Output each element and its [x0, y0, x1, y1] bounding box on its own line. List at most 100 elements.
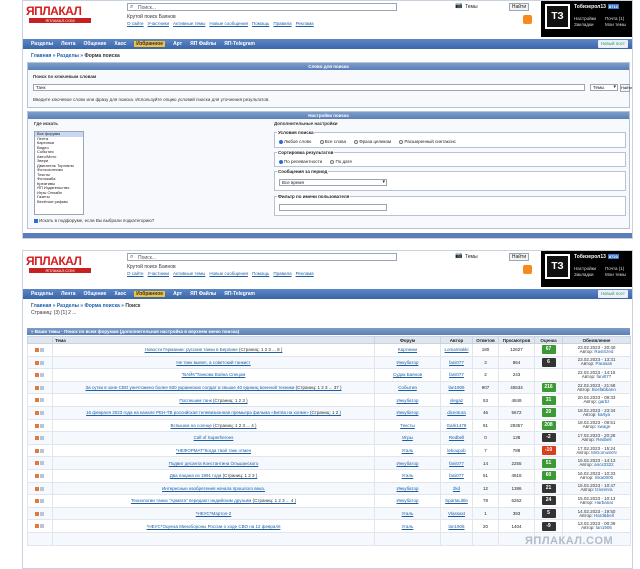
rss-icon[interactable]	[523, 15, 532, 24]
topic-forum[interactable]	[374, 531, 441, 546]
cond-all-radio[interactable]: Все слова	[319, 139, 346, 144]
topic-title[interactable]: Вспышка на солнце (Страниц: 1 2 3 ... 4 …	[52, 418, 375, 433]
search-scope-select[interactable]: Темы	[465, 253, 503, 261]
topic-forum[interactable]: Игры	[374, 431, 441, 445]
topic-forum[interactable]: Инкубатор	[374, 393, 441, 407]
crumb-sections[interactable]: Разделы	[57, 53, 79, 59]
topic-forum[interactable]: Инкубатор	[374, 355, 441, 370]
link-help[interactable]: Помощь	[252, 271, 269, 276]
topic-author[interactable]: lan1906	[440, 380, 473, 395]
nav-art[interactable]: Арт	[173, 41, 182, 47]
nav-feed[interactable]: Лента	[61, 41, 76, 47]
topic-updated[interactable]: 22.02.2023 - 21:58 Автор: Bosfabbann	[562, 380, 631, 395]
col-topic[interactable]: Тема	[52, 336, 375, 344]
mytopics-link[interactable]: Мои темы	[605, 22, 626, 28]
col-author[interactable]: Автор	[440, 336, 473, 344]
topic-author[interactable]: 2kd	[440, 481, 473, 496]
topic-author[interactable]	[440, 531, 473, 546]
keyword-input[interactable]: Танк	[33, 84, 585, 91]
forum-option[interactable]: Весёлые рифмы	[35, 199, 83, 205]
nav-files[interactable]: ЯП Файлы	[190, 291, 216, 297]
author-input[interactable]	[279, 204, 387, 211]
nav-favorites[interactable]: Избранное	[134, 291, 166, 297]
topic-author[interactable]: Vlassaxt	[440, 506, 473, 521]
topic-updated[interactable]: 22.02.2023 - 14:15 Автор: fani077	[562, 368, 631, 382]
topic-title[interactable]: 16 февраля 2023 года на канале РЕН-ТВ ро…	[52, 405, 375, 420]
topic-updated[interactable]: 17.02.2023 - 15:24 Автор: MiGomusKN	[562, 443, 631, 458]
nav-sections[interactable]: Разделы	[31, 291, 53, 297]
sort-date-radio[interactable]: По дате	[330, 159, 352, 164]
topic-updated[interactable]: 13.02.2023 - 00:39 Автор: lan1906	[562, 519, 631, 533]
topic-title[interactable]: *НЕУС*Мартол-2	[52, 506, 375, 521]
site-logo[interactable]: ЯПЛАКАЛ ЯПЛАКАЛ.COM	[26, 255, 96, 274]
period-select[interactable]: Все время	[279, 179, 387, 186]
link-members[interactable]: Участники	[148, 21, 170, 26]
link-rules[interactable]: Правила	[273, 21, 291, 26]
topic-updated[interactable]: 18.02.2023 - 09:51 Автор: swage	[562, 418, 631, 433]
new-post-button[interactable]: Новый пост	[597, 290, 628, 298]
topic-author[interactable]: Gark1478	[440, 418, 473, 433]
topic-author[interactable]: SpartaLittle	[440, 494, 473, 508]
link-rules[interactable]: Правила	[273, 271, 291, 276]
topic-forum[interactable]: Инкубатор	[374, 494, 441, 508]
nav-telegram[interactable]: ЯП-Telegram	[224, 41, 255, 47]
mytopics-link[interactable]: Мои темы	[605, 272, 626, 278]
topic-forum[interactable]: Угаль	[374, 443, 441, 458]
link-ads[interactable]: Реклама	[296, 271, 314, 276]
pagination[interactable]: Страниц: (3) [1] 2 ...	[23, 309, 632, 317]
avatar[interactable]: ТЗ	[545, 254, 570, 279]
topic-author[interactable]: lekoupob	[440, 443, 473, 458]
cond-advanced-radio[interactable]: Расширенный синтаксис	[399, 139, 456, 144]
crumb-search-form[interactable]: Форма поиска	[84, 303, 119, 309]
camera-icon[interactable]: 📷	[455, 3, 462, 10]
sort-relevance-radio[interactable]: По релевантности	[279, 159, 322, 164]
topic-author[interactable]: Redbell	[440, 431, 473, 445]
topic-title[interactable]: Подвиг десанта Константина Ольшанского	[52, 456, 375, 470]
topic-forum[interactable]: Инкубатор	[374, 405, 441, 420]
site-logo[interactable]: ЯПЛАКАЛ ЯПЛАКАЛ.COM	[26, 5, 96, 24]
col-rating[interactable]: Оценка	[534, 336, 563, 344]
topic-updated[interactable]: 16.02.2023 - 10:33 Автор: Inka0000	[562, 468, 631, 483]
topic-title[interactable]: *НЕФОРМАТ*Когда твой танк отмен	[52, 443, 375, 458]
topic-updated[interactable]: 23.02.2023 - 13:31 Автор: Parasan	[562, 355, 631, 370]
include-subforum-checkbox[interactable]	[34, 218, 38, 223]
topic-author[interactable]: fani077	[440, 355, 473, 370]
topic-title[interactable]: Технологии танка "Армата" передают индий…	[52, 494, 375, 508]
nav-chaos[interactable]: Хаос	[114, 41, 126, 47]
link-about[interactable]: О сайте	[127, 21, 144, 26]
topic-updated[interactable]: 15.02.2023 - 10:13 Автор: Harbanar	[562, 494, 631, 508]
topic-title[interactable]: Интересные изобретения начала прошлого в…	[52, 481, 375, 496]
find-button[interactable]: Найти	[509, 253, 529, 261]
topic-updated[interactable]: 23.02.2023 - 20:40 Автор: Rastrized	[562, 343, 631, 357]
topic-author[interactable]: fani077	[440, 468, 473, 483]
nav-chat[interactable]: Общение	[84, 291, 107, 297]
nav-chaos[interactable]: Хаос	[114, 291, 126, 297]
topic-title[interactable]: Новости Германии: русские танки в Берлин…	[52, 343, 375, 357]
link-help[interactable]: Помощь	[252, 21, 269, 26]
nav-files[interactable]: ЯП Файлы	[190, 41, 216, 47]
topic-author[interactable]: lan1906	[440, 519, 473, 533]
crumb-home[interactable]: Главная	[31, 53, 51, 59]
include-subforum-row[interactable]: Искать в подфоруме, если Вы выбрали подк…	[34, 218, 154, 223]
nav-sections[interactable]: Разделы	[31, 41, 53, 47]
avatar[interactable]: ТЗ	[545, 4, 570, 29]
cond-phrase-radio[interactable]: Фраза целиком	[354, 139, 391, 144]
col-views[interactable]: Просмотров	[498, 336, 535, 344]
bookmarks-link[interactable]: Закладки	[574, 22, 596, 28]
col-forum[interactable]: Форум	[374, 336, 441, 344]
search-scope-select[interactable]: Темы	[465, 3, 503, 11]
keyword-scope-select[interactable]: Темы	[590, 84, 618, 91]
topic-forum[interactable]: Угаль	[374, 506, 441, 521]
search-input[interactable]: ⌕ Поиск...	[127, 3, 397, 11]
topic-forum[interactable]: Инкубатор	[374, 456, 441, 470]
search-input[interactable]: ⌕ Поиск...	[127, 253, 397, 261]
topic-author[interactable]: dicentura	[440, 405, 473, 420]
username[interactable]: Тобизерол13 8720	[574, 254, 619, 260]
nav-telegram[interactable]: ЯП-Telegram	[224, 291, 255, 297]
topic-updated[interactable]: 16.02.2023 - 14:13 Автор: ancs3322	[562, 456, 631, 470]
topic-updated[interactable]: 18.02.2023 - 23:34 Автор: kartya	[562, 405, 631, 420]
camera-icon[interactable]: 📷	[455, 253, 462, 260]
nav-favorites[interactable]: Избранное	[134, 41, 166, 47]
nav-chat[interactable]: Общение	[84, 41, 107, 47]
topic-updated[interactable]: 14.02.2023 - 19:50 Автор: Hard&bell	[562, 506, 631, 521]
